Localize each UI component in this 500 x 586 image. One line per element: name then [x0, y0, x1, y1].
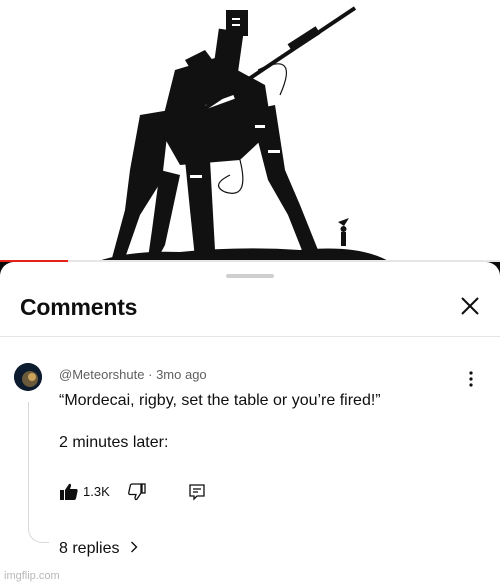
dislike-button[interactable]: [127, 482, 147, 502]
meta-separator: ·: [148, 367, 153, 382]
more-vert-icon: [469, 371, 473, 387]
comment-more-button[interactable]: [462, 370, 480, 388]
view-replies-button[interactable]: 8 replies: [59, 540, 138, 558]
replies-label: 8 replies: [59, 540, 120, 557]
watermark: imgflip.com: [4, 570, 60, 582]
comment-author[interactable]: @Meteorshute: [59, 367, 144, 382]
small-figure: [338, 218, 349, 246]
comment-time: 3mo ago: [156, 367, 207, 382]
comments-sheet: Comments @Meteorshute · 3mo ago “Mordeca…: [0, 262, 500, 586]
reply-icon: [189, 484, 205, 501]
video-player[interactable]: [0, 0, 500, 262]
like-count: 1.3K: [83, 484, 110, 499]
header-divider: [0, 336, 500, 337]
comment-text: “Mordecai, rigby, set the table or you’r…: [59, 392, 381, 451]
thumb-down-icon: [128, 483, 146, 501]
like-button[interactable]: [59, 482, 79, 502]
close-button[interactable]: [456, 292, 484, 320]
comment-meta: @Meteorshute · 3mo ago: [59, 367, 207, 382]
avatar[interactable]: [14, 363, 42, 391]
chevron-right-icon: [130, 540, 138, 558]
mech-silhouette: [112, 10, 320, 258]
thumb-up-icon: [60, 483, 78, 500]
comments-title: Comments: [20, 294, 138, 320]
drag-handle[interactable]: [226, 274, 274, 278]
close-icon: [461, 297, 479, 315]
reply-button[interactable]: [187, 482, 207, 502]
thread-line: [28, 402, 49, 543]
mech-artwork-image: [95, 6, 390, 262]
